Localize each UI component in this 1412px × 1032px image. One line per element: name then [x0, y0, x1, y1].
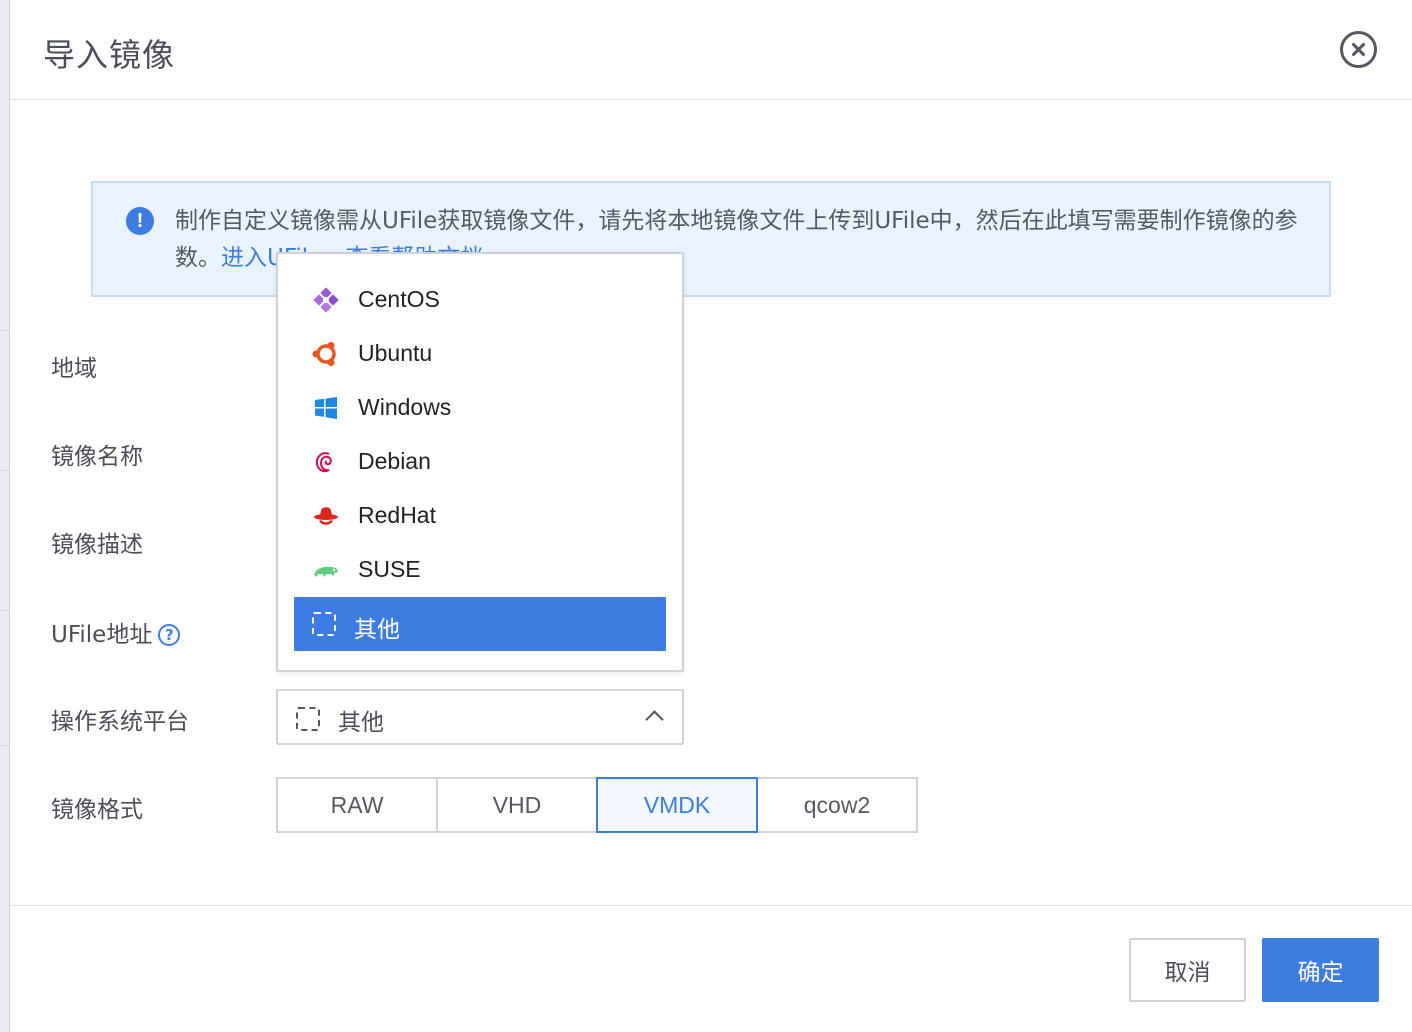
image-format-group: RAW VHD VMDK qcow2	[276, 777, 918, 833]
dropdown-item-label: 其他	[354, 617, 400, 643]
help-icon[interactable]: ?	[158, 624, 181, 646]
modal-header: 导入镜像	[10, 0, 1412, 100]
chevron-up-icon	[645, 710, 664, 729]
centos-icon	[313, 287, 339, 313]
os-platform-dropdown: CentOS Ubuntu Windows Debian RedHat SUSE…	[276, 252, 684, 672]
ufile-address-label-text: UFile地址	[51, 622, 153, 648]
ubuntu-icon	[312, 342, 336, 366]
format-qcow2-button[interactable]: qcow2	[756, 777, 918, 833]
dropdown-item-label: Windows	[358, 394, 452, 420]
suse-icon	[314, 566, 338, 577]
other-icon	[296, 707, 320, 731]
cancel-button[interactable]: 取消	[1129, 938, 1246, 1002]
info-icon: !	[126, 207, 154, 235]
format-vhd-button[interactable]: VHD	[436, 777, 598, 833]
dropdown-item-label: RedHat	[358, 502, 436, 528]
windows-icon	[315, 397, 337, 419]
dropdown-item-redhat[interactable]: RedHat	[294, 489, 666, 543]
format-raw-button[interactable]: RAW	[276, 777, 438, 833]
modal-title: 导入镜像	[43, 36, 176, 74]
image-name-label: 镜像名称	[51, 444, 143, 470]
close-icon[interactable]	[1340, 31, 1377, 68]
dropdown-item-label: SUSE	[358, 556, 421, 582]
debian-icon	[315, 452, 332, 473]
redhat-icon	[314, 507, 338, 525]
import-image-modal: 导入镜像 ! 制作自定义镜像需从UFile获取镜像文件，请先将本地镜像文件上传到…	[9, 0, 1412, 1032]
os-select-value: 其他	[338, 710, 384, 736]
dropdown-item-windows[interactable]: Windows	[294, 381, 666, 435]
confirm-button[interactable]: 确定	[1262, 938, 1379, 1002]
modal-footer: 取消 确定	[10, 905, 1412, 1032]
ufile-address-label: UFile地址?	[51, 615, 181, 649]
os-platform-label: 操作系统平台	[51, 709, 189, 735]
dropdown-item-other[interactable]: 其他	[294, 597, 666, 651]
format-vmdk-button[interactable]: VMDK	[596, 777, 758, 833]
dropdown-item-label: Debian	[358, 448, 431, 474]
dropdown-item-label: CentOS	[358, 286, 440, 312]
dropdown-item-ubuntu[interactable]: Ubuntu	[294, 327, 666, 381]
other-icon	[312, 612, 336, 636]
os-platform-select[interactable]: 其他	[276, 689, 684, 745]
image-desc-label: 镜像描述	[51, 532, 143, 558]
dropdown-item-label: Ubuntu	[358, 340, 433, 366]
dropdown-item-centos[interactable]: CentOS	[294, 273, 666, 327]
region-label: 地域	[51, 356, 97, 382]
image-format-label: 镜像格式	[51, 797, 143, 823]
dropdown-item-debian[interactable]: Debian	[294, 435, 666, 489]
dropdown-item-suse[interactable]: SUSE	[294, 543, 666, 597]
